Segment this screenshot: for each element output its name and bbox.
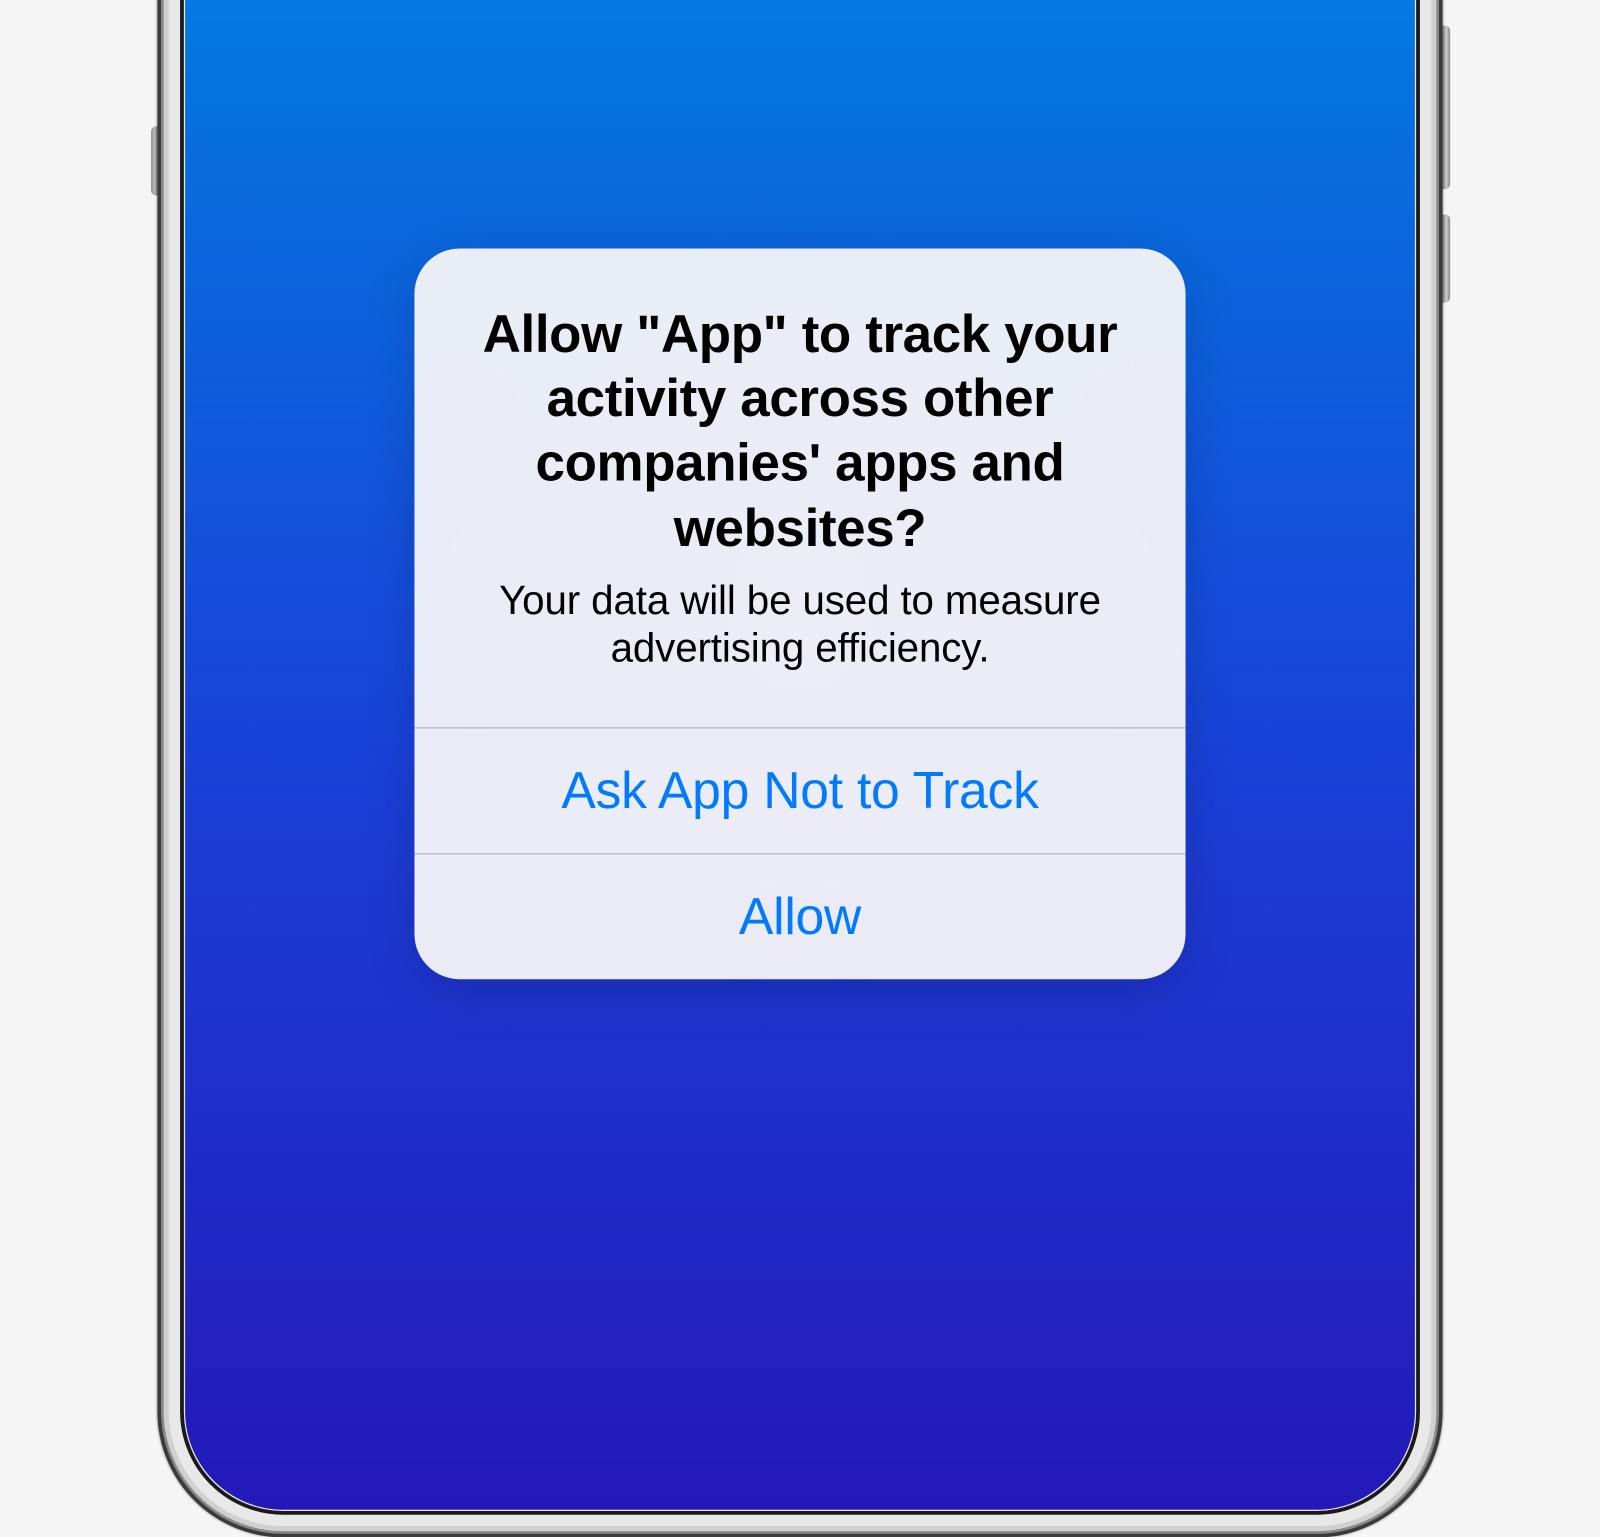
phone-side-button: [1443, 214, 1451, 302]
alert-content: Allow "App" to track your activity acros…: [414, 248, 1185, 727]
tracking-permission-alert: Allow "App" to track your activity acros…: [414, 248, 1185, 979]
ask-not-to-track-button[interactable]: Ask App Not to Track: [414, 728, 1185, 854]
phone-body: Allow "App" to track your activity acros…: [157, 0, 1442, 1537]
alert-message: Your data will be used to measure advert…: [452, 577, 1148, 672]
phone-frame: Allow "App" to track your activity acros…: [157, 0, 1442, 973]
alert-title: Allow "App" to track your activity acros…: [452, 301, 1148, 559]
phone-side-button: [1443, 25, 1451, 189]
allow-button[interactable]: Allow: [414, 854, 1185, 980]
phone-screen: Allow "App" to track your activity acros…: [185, 0, 1415, 1510]
screenshot-canvas: Allow "App" to track your activity acros…: [0, 0, 1600, 1200]
